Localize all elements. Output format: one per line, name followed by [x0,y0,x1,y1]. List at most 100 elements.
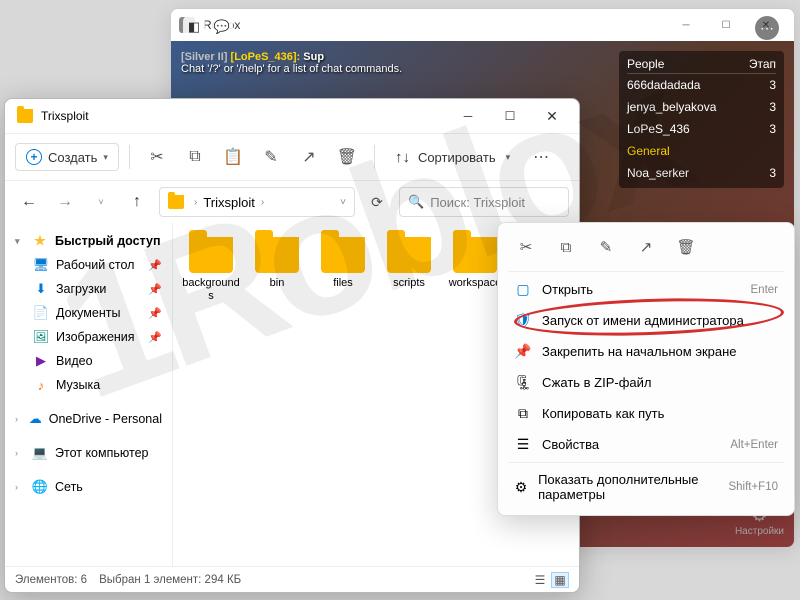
search-input[interactable]: 🔍 Поиск: Trixsploit [399,187,569,217]
player-row[interactable]: LoPeS_436 3 [627,118,776,140]
chevron-icon[interactable]: › [190,197,201,208]
ctx-properties[interactable]: ☰СвойстваAlt+Enter [504,429,788,460]
sidebar-network[interactable]: ›🌐Сеть [5,475,172,499]
sidebar-this-pc[interactable]: ›💻Этот компьютер [5,441,172,465]
close-button[interactable]: ✕ [531,102,573,130]
breadcrumb[interactable]: › Trixsploit › ˅ [159,187,355,217]
details-view-button[interactable]: ☰ [531,572,549,588]
player-name: jenya_belyakova [627,100,716,114]
refresh-button[interactable]: ⟳ [363,188,391,216]
copy-icon[interactable]: ⧉ [178,140,212,174]
player-row[interactable]: Noa_serker3 [627,162,776,184]
pin-icon: 📌 [148,259,162,272]
chevron-down-icon[interactable]: ▾ [15,236,25,247]
sidebar-documents[interactable]: 📄Документы📌 [5,301,172,325]
back-button[interactable]: ← [15,188,43,216]
player-name: LoPeS_436 [627,122,690,136]
sidebar-label: Рабочий стол [56,258,134,272]
ctx-label: Закрепить на начальном экране [542,344,737,359]
chat-icon[interactable]: 💬 [211,16,233,38]
explorer-titlebar[interactable]: Trixsploit ─ ☐ ✕ [5,99,579,133]
cut-icon[interactable]: ✂ [140,140,174,174]
properties-icon: ☰ [514,436,532,453]
player-row[interactable]: jenya_belyakova 3 [627,96,776,118]
minimize-button[interactable]: ─ [666,11,706,39]
ctx-compress-zip[interactable]: 🗜Сжать в ZIP-файл [504,367,788,398]
separator [508,462,784,463]
sidebar-label: Видео [56,354,93,368]
folder-item[interactable]: backgrounds [179,233,243,306]
cut-icon[interactable]: ✂ [512,233,540,261]
file-label: files [333,277,353,290]
folder-item[interactable]: files [311,233,375,306]
sidebar-videos[interactable]: ▶Видео [5,349,172,373]
documents-icon: 📄 [33,305,49,321]
sidebar-onedrive[interactable]: ›☁OneDrive - Personal [5,407,172,431]
separator [129,145,130,169]
sort-button[interactable]: ↑↓ Сортировать ▾ [385,143,520,172]
shield-icon: 🛡 [514,312,532,329]
network-icon: 🌐 [32,479,48,495]
ctx-label: Сжать в ZIP-файл [542,375,652,390]
player-stage: 3 [769,100,776,114]
share-icon[interactable]: ↗ [292,140,326,174]
sidebar-label: Изображения [56,330,135,344]
player-stage: 3 [769,122,776,136]
player-row[interactable]: 666dadadada3 [627,74,776,96]
maximize-button[interactable]: ☐ [706,11,746,39]
ctx-open[interactable]: ▢ОткрытьEnter [504,274,788,305]
pin-icon: 📌 [148,331,162,344]
chevron-right-icon[interactable]: › [15,414,22,424]
roblox-titlebar: Roblox ─ ☐ ✕ [171,9,794,41]
desktop-icon: 🖥 [33,257,49,273]
folder-icon [387,237,431,273]
share-icon[interactable]: ↗ [632,233,660,261]
minimize-button[interactable]: ─ [447,102,489,130]
icons-view-button[interactable]: ▦ [551,572,569,588]
sidebar-music[interactable]: ♪Музыка [5,373,172,397]
forward-button[interactable]: → [51,188,79,216]
folder-item[interactable]: bin [245,233,309,306]
sidebar-pictures[interactable]: 🖼Изображения📌 [5,325,172,349]
folder-icon [189,237,233,273]
player-name: Noa_serker [627,166,689,180]
sidebar-downloads[interactable]: ⬇Загрузки📌 [5,277,172,301]
chevron-right-icon[interactable]: › [15,448,25,458]
chevron-right-icon[interactable]: › [15,482,25,492]
paste-icon[interactable]: 📋 [216,140,250,174]
ctx-run-as-admin[interactable]: 🛡Запуск от имени администратора [504,305,788,336]
new-button[interactable]: + Создать ▾ [15,143,119,171]
delete-icon[interactable]: 🗑 [672,233,700,261]
chat-nickname: [LoPeS_436]: [231,51,301,63]
ctx-pin-start[interactable]: 📌 Закрепить на начальном экране [504,336,788,367]
more-icon[interactable]: ⋯ [524,140,558,174]
ctx-copy-path[interactable]: ⧉Копировать как путь [504,398,788,429]
rename-icon[interactable]: ✎ [592,233,620,261]
player-list[interactable]: People Этап 666dadadada3 jenya_belyakova… [619,51,784,188]
breadcrumb-folder[interactable]: Trixsploit [203,195,255,210]
ctx-show-more[interactable]: ⚙Показать дополнительные параметрыShift+… [504,465,788,509]
up-button[interactable]: ˅ [87,188,115,216]
sidebar-quick-access[interactable]: ▾★Быстрый доступ [5,229,172,253]
game-menu-icon[interactable]: ⋯ [755,16,779,40]
player-name: 666dadadada [627,78,700,92]
maximize-button[interactable]: ☐ [489,102,531,130]
sidebar-label: Быстрый доступ [55,234,161,248]
copy-icon[interactable]: ⧉ [552,233,580,261]
window-title: Trixsploit [41,109,447,123]
chevron-down-icon: ▾ [103,152,108,163]
rename-icon[interactable]: ✎ [254,140,288,174]
shortcut-label: Shift+F10 [728,481,778,493]
chevron-icon[interactable]: › [257,197,268,208]
up-one-level-button[interactable]: ↑ [123,188,151,216]
folder-icon [168,195,184,209]
delete-icon[interactable]: 🗑 [330,140,364,174]
roblox-menu-icon[interactable]: ◧ [183,16,205,38]
sidebar-desktop[interactable]: 🖥 Рабочий стол 📌 [5,253,172,277]
context-menu: ✂ ⧉ ✎ ↗ 🗑 ▢ОткрытьEnter 🛡Запуск от имени… [497,222,795,516]
folder-item[interactable]: scripts [377,233,441,306]
ctx-label: Копировать как путь [542,406,664,421]
chevron-down-icon[interactable]: ˅ [336,197,350,208]
pin-icon: 📌 [514,343,532,360]
chat-message: Sup [303,51,324,63]
